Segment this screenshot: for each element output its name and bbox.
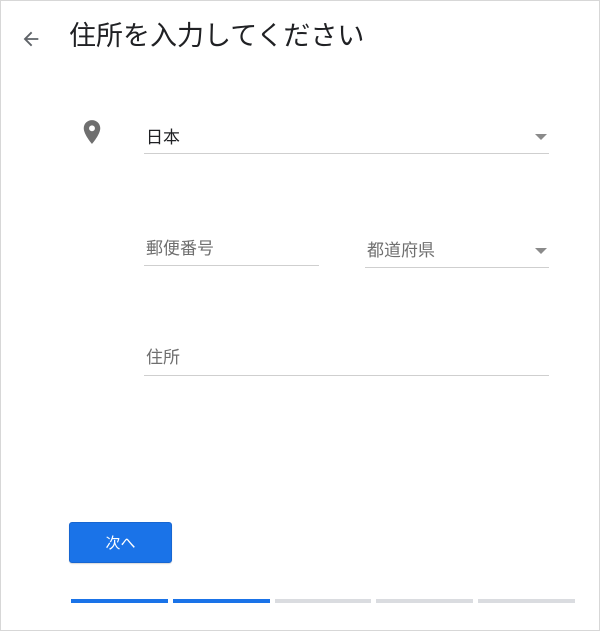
prefecture-placeholder: 都道府県 bbox=[367, 241, 435, 261]
country-select[interactable]: 日本 bbox=[144, 117, 549, 154]
arrow-left-icon bbox=[23, 31, 39, 47]
dropdown-caret-icon bbox=[535, 134, 547, 140]
back-button[interactable] bbox=[13, 21, 49, 57]
progress-step bbox=[71, 599, 168, 603]
page-title: 住所を入力してください bbox=[69, 21, 365, 52]
address-input[interactable]: 住所 bbox=[144, 338, 549, 376]
postal-code-input[interactable]: 郵便番号 bbox=[144, 228, 319, 266]
prefecture-select[interactable]: 都道府県 bbox=[365, 230, 549, 268]
postal-code-placeholder: 郵便番号 bbox=[146, 239, 214, 259]
progress-step bbox=[172, 599, 270, 603]
progress-step bbox=[478, 599, 575, 603]
address-entry-panel: 住所を入力してください 日本 郵便番号 都道府県 住所 次へ bbox=[0, 0, 600, 631]
dropdown-caret-icon bbox=[535, 248, 547, 254]
address-placeholder: 住所 bbox=[146, 348, 180, 368]
progress-bar bbox=[71, 599, 575, 603]
country-select-value: 日本 bbox=[146, 128, 180, 148]
progress-step bbox=[376, 599, 474, 603]
next-button[interactable]: 次へ bbox=[69, 522, 172, 563]
progress-step bbox=[274, 599, 372, 603]
map-pin-icon bbox=[83, 120, 101, 144]
